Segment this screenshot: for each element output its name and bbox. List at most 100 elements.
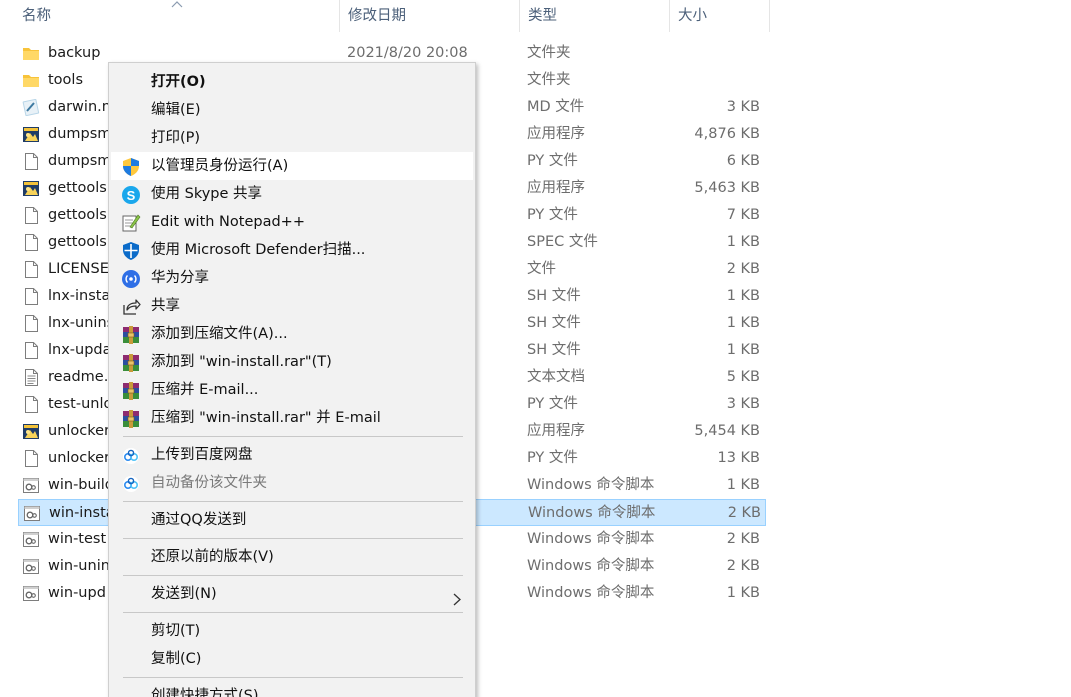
menu-skype-share[interactable]: S 使用 Skype 共享 bbox=[111, 180, 473, 208]
menu-defender-scan[interactable]: 使用 Microsoft Defender扫描... bbox=[111, 236, 473, 264]
script-file-icon bbox=[22, 585, 40, 602]
file-size: 5,454 KB bbox=[694, 423, 760, 439]
file-size: 3 KB bbox=[726, 99, 760, 115]
sort-ascending-icon bbox=[171, 1, 183, 8]
menu-auto-backup: 自动备份该文件夹 bbox=[111, 469, 473, 497]
menu-separator bbox=[123, 677, 463, 678]
file-size: 2 KB bbox=[726, 558, 760, 574]
file-name: darwin.m bbox=[48, 99, 116, 115]
menu-item-label: 使用 Skype 共享 bbox=[151, 186, 263, 202]
file-type: PY 文件 bbox=[527, 153, 578, 169]
menu-edit-notepadpp[interactable]: Edit with Notepad++ bbox=[111, 208, 473, 236]
file-name: dumpsm bbox=[48, 126, 112, 142]
menu-add-to-archive[interactable]: 添加到压缩文件(A)... bbox=[111, 320, 473, 348]
file-icon bbox=[22, 207, 40, 224]
file-name: gettools bbox=[48, 207, 107, 223]
file-type: 应用程序 bbox=[527, 423, 585, 439]
menu-item-label: 剪切(T) bbox=[151, 623, 201, 639]
file-type: Windows 命令脚本 bbox=[527, 477, 655, 493]
menu-send-to[interactable]: 发送到(N) bbox=[111, 580, 473, 608]
menu-item-label: 发送到(N) bbox=[151, 586, 217, 602]
file-name: lnx-insta bbox=[48, 288, 111, 304]
file-size: 2 KB bbox=[727, 505, 761, 521]
file-name: gettools bbox=[48, 234, 107, 250]
file-size: 1 KB bbox=[726, 585, 760, 601]
file-type: SH 文件 bbox=[527, 342, 581, 358]
menu-separator bbox=[123, 501, 463, 502]
menu-item-label: 压缩到 "win-install.rar" 并 E-mail bbox=[151, 410, 381, 426]
file-type: MD 文件 bbox=[527, 99, 585, 115]
file-size: 5,463 KB bbox=[694, 180, 760, 196]
menu-compress-rar-email[interactable]: 压缩到 "win-install.rar" 并 E-mail bbox=[111, 404, 473, 432]
file-name: unlocker bbox=[48, 450, 111, 466]
file-name: win-upd bbox=[48, 585, 106, 601]
file-size: 3 KB bbox=[726, 396, 760, 412]
uac-shield-icon bbox=[121, 157, 141, 177]
file-name: readme. bbox=[48, 369, 109, 385]
menu-separator bbox=[123, 436, 463, 437]
menu-item-label: 打印(P) bbox=[151, 130, 201, 146]
menu-item-label: 使用 Microsoft Defender扫描... bbox=[151, 242, 366, 258]
menu-item-label: 创建快捷方式(S) bbox=[151, 688, 259, 697]
menu-compress-email[interactable]: 压缩并 E-mail... bbox=[111, 376, 473, 404]
file-type: 文件 bbox=[527, 261, 556, 277]
application-icon bbox=[22, 180, 40, 197]
menu-open[interactable]: 打开(O) bbox=[111, 68, 473, 96]
column-header-type[interactable]: 类型 bbox=[520, 0, 670, 32]
file-type: Windows 命令脚本 bbox=[527, 531, 655, 547]
menu-send-via-qq[interactable]: 通过QQ发送到 bbox=[111, 506, 473, 534]
menu-item-label: 压缩并 E-mail... bbox=[151, 382, 259, 398]
file-size: 13 KB bbox=[717, 450, 760, 466]
file-name: dumpsm bbox=[48, 153, 112, 169]
file-name: lnx-unins bbox=[48, 315, 115, 331]
column-header-date[interactable]: 修改日期 bbox=[340, 0, 520, 32]
chevron-right-icon bbox=[453, 588, 461, 606]
menu-restore-versions[interactable]: 还原以前的版本(V) bbox=[111, 543, 473, 571]
file-size: 7 KB bbox=[726, 207, 760, 223]
menu-create-shortcut[interactable]: 创建快捷方式(S) bbox=[111, 682, 473, 697]
menu-separator bbox=[123, 612, 463, 613]
menu-upload-baidu[interactable]: 上传到百度网盘 bbox=[111, 441, 473, 469]
menu-cut[interactable]: 剪切(T) bbox=[111, 617, 473, 645]
file-icon bbox=[22, 234, 40, 251]
file-name: tools bbox=[48, 72, 84, 88]
file-size: 1 KB bbox=[726, 288, 760, 304]
file-size: 1 KB bbox=[726, 477, 760, 493]
menu-item-label: 打开(O) bbox=[151, 74, 206, 90]
menu-share[interactable]: 共享 bbox=[111, 292, 473, 320]
skype-icon: S bbox=[121, 185, 141, 205]
menu-edit[interactable]: 编辑(E) bbox=[111, 96, 473, 124]
file-icon bbox=[22, 153, 40, 170]
context-menu: 打开(O) 编辑(E) 打印(P) 以管理员身份运行(A) S 使用 Skype 共享 Ed… bbox=[108, 62, 476, 697]
file-type: 文本文档 bbox=[527, 369, 585, 385]
winrar-icon bbox=[121, 325, 141, 345]
file-icon bbox=[22, 342, 40, 359]
file-size: 1 KB bbox=[726, 315, 760, 331]
menu-print[interactable]: 打印(P) bbox=[111, 124, 473, 152]
menu-item-label: 添加到压缩文件(A)... bbox=[151, 326, 288, 342]
menu-item-label: 共享 bbox=[151, 298, 180, 314]
winrar-icon bbox=[121, 381, 141, 401]
file-type: SH 文件 bbox=[527, 288, 581, 304]
file-type: PY 文件 bbox=[527, 396, 578, 412]
huawei-share-icon bbox=[121, 269, 141, 289]
file-name: backup bbox=[48, 45, 101, 61]
file-size: 5 KB bbox=[726, 369, 760, 385]
file-icon bbox=[22, 396, 40, 413]
file-type: Windows 命令脚本 bbox=[528, 505, 656, 521]
menu-add-to-rar[interactable]: 添加到 "win-install.rar"(T) bbox=[111, 348, 473, 376]
script-file-icon bbox=[22, 558, 40, 575]
column-header-size[interactable]: 大小 bbox=[670, 0, 770, 32]
svg-text:S: S bbox=[127, 188, 136, 203]
text-file-icon bbox=[22, 369, 40, 386]
file-type: Windows 命令脚本 bbox=[527, 558, 655, 574]
menu-copy[interactable]: 复制(C) bbox=[111, 645, 473, 673]
file-name: gettools bbox=[48, 180, 107, 196]
menu-item-label: 编辑(E) bbox=[151, 102, 201, 118]
file-type: 应用程序 bbox=[527, 126, 585, 142]
menu-item-label: 复制(C) bbox=[151, 651, 202, 667]
menu-run-as-admin[interactable]: 以管理员身份运行(A) bbox=[111, 152, 473, 180]
baidu-netdisk-icon bbox=[121, 474, 141, 494]
menu-huawei-share[interactable]: 华为分享 bbox=[111, 264, 473, 292]
file-type: SPEC 文件 bbox=[527, 234, 598, 250]
